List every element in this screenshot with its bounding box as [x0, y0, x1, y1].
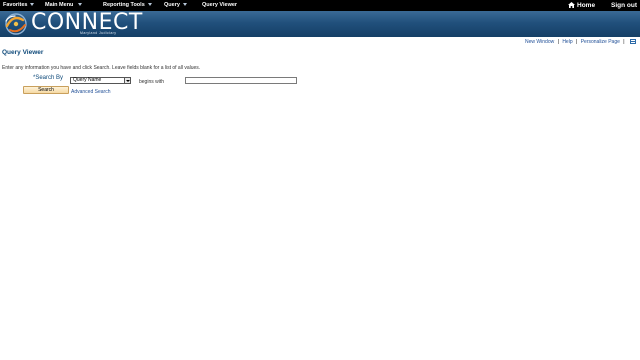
- search-by-value: Query Name: [73, 77, 102, 83]
- nav-query-label: Query: [164, 2, 180, 8]
- help-link[interactable]: Help: [562, 39, 572, 45]
- operator-label: begins with: [139, 79, 165, 85]
- caret-down-icon: [182, 3, 187, 7]
- home-icon: [568, 2, 575, 8]
- grid-icon[interactable]: [630, 39, 636, 44]
- nav-favorites-label: Favorites: [3, 2, 28, 8]
- caret-down-icon: [30, 3, 35, 7]
- caret-down-icon: [78, 3, 83, 7]
- page-links: New Window | Help | Personalize Page |: [525, 38, 636, 46]
- search-by-select[interactable]: Query Name: [70, 77, 131, 84]
- logo-subtext: Maryland Judiciary: [80, 31, 117, 35]
- nav-favorites[interactable]: Favorites: [3, 0, 35, 11]
- logo-text: CONNECT: [31, 10, 143, 35]
- nav-reporting-tools-label: Reporting Tools: [103, 2, 145, 8]
- chevron-down-icon[interactable]: [124, 78, 130, 83]
- nav-main-menu-label: Main Menu: [45, 2, 74, 8]
- search-button[interactable]: Search: [23, 86, 69, 94]
- search-value-input[interactable]: [185, 77, 297, 84]
- nav-query[interactable]: Query: [164, 0, 187, 11]
- home-link[interactable]: Home: [568, 0, 595, 11]
- nav-query-viewer-label: Query Viewer: [202, 2, 238, 8]
- home-label: Home: [577, 2, 596, 9]
- instructions-text: Enter any information you have and click…: [2, 65, 201, 71]
- caret-down-icon: [147, 3, 152, 7]
- branding-banner: CONNECT Maryland Judiciary: [0, 11, 640, 37]
- nav-query-viewer[interactable]: Query Viewer: [202, 0, 237, 11]
- separator: |: [623, 39, 625, 45]
- advanced-search-link[interactable]: Advanced Search: [71, 89, 110, 95]
- search-by-label: *Search By: [33, 75, 64, 81]
- page-title: Query Viewer: [2, 49, 44, 56]
- signout-link[interactable]: Sign out: [611, 0, 637, 11]
- new-window-link[interactable]: New Window: [525, 39, 554, 45]
- swirl-logo-icon: [5, 13, 27, 35]
- personalize-page-link[interactable]: Personalize Page: [581, 39, 620, 45]
- separator: |: [557, 39, 559, 45]
- separator: |: [576, 39, 578, 45]
